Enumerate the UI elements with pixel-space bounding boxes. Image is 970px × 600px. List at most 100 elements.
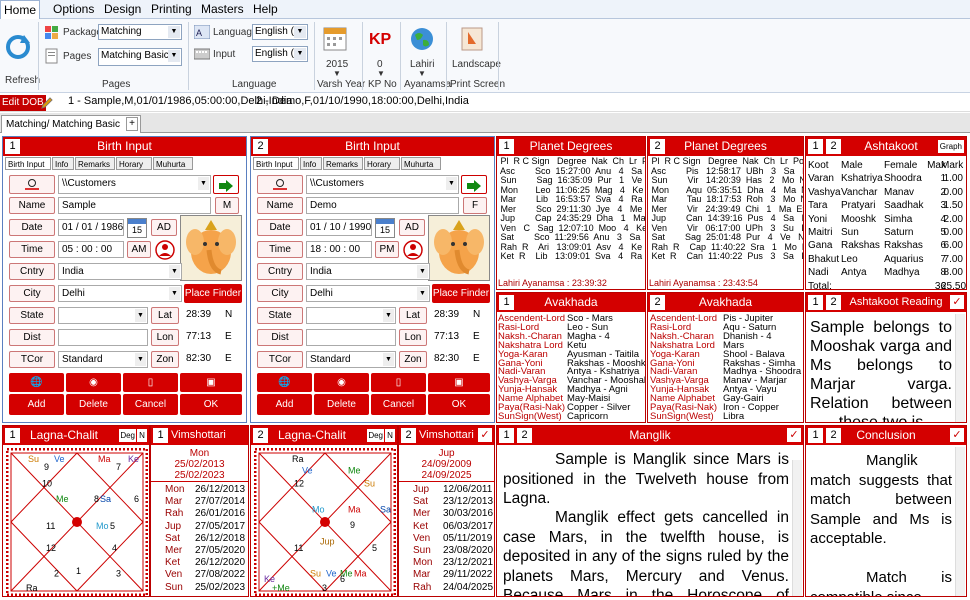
globe-icon[interactable] — [409, 26, 435, 52]
dasha-row[interactable]: Sun 23/08/2020 — [399, 545, 494, 557]
dasha-row[interactable]: Ven 05/11/2019 — [399, 533, 494, 545]
ampm-button[interactable]: PM — [375, 241, 399, 258]
dasha-row[interactable]: Jup 27/05/2017 — [151, 521, 248, 533]
place-finder-button[interactable]: Place Finder — [432, 284, 490, 303]
new-doc-button[interactable]: ▯ — [123, 373, 178, 392]
save-button[interactable]: ▣ — [428, 373, 490, 392]
lon-value[interactable]: 77:13 — [183, 329, 223, 346]
customers-folder-select[interactable]: \\Customers ▼ — [58, 175, 211, 194]
lon-value[interactable]: 77:13 — [431, 329, 471, 346]
tab-info[interactable]: Info — [300, 157, 322, 170]
dasha-row[interactable]: Mar 29/11/2022 — [399, 569, 494, 581]
refresh-icon[interactable] — [4, 33, 32, 61]
package-select[interactable]: Matching ▼ — [98, 24, 182, 40]
person-icon[interactable] — [403, 240, 423, 260]
cancel-button[interactable]: Cancel — [371, 394, 426, 415]
open-folder-button[interactable] — [213, 175, 239, 194]
checkbox-icon[interactable]: ✓ — [950, 295, 964, 309]
cancel-button[interactable]: Cancel — [123, 394, 178, 415]
tab-remarks[interactable]: Remarks — [75, 157, 115, 170]
dasha-row[interactable]: Mon 23/12/2021 — [399, 557, 494, 569]
dasha-row[interactable]: Mer 27/05/2020 — [151, 545, 248, 557]
conclusion-scrollbar[interactable] — [955, 447, 965, 596]
dasha-row[interactable]: Jup 12/06/2011 — [399, 484, 494, 496]
pages-select[interactable]: Matching Basic ▼ — [98, 48, 182, 66]
time-correction-select[interactable]: Standard ▼ — [306, 351, 396, 368]
ok-button[interactable]: OK — [428, 394, 490, 415]
tab-remarks[interactable]: Remarks — [323, 157, 363, 170]
dasha-row[interactable]: Mon 26/12/2013 — [151, 484, 248, 496]
record-button[interactable]: ◉ — [314, 373, 369, 392]
customers-folder-select[interactable]: \\Customers ▼ — [306, 175, 459, 194]
delete-button[interactable]: Delete — [314, 394, 369, 415]
globe-button[interactable]: 🌐 — [257, 373, 312, 392]
reading-scrollbar[interactable] — [955, 314, 965, 422]
dasha-row[interactable]: Ket 06/03/2017 — [399, 521, 494, 533]
country-select[interactable]: India ▼ — [306, 263, 430, 280]
ampm-button[interactable]: AM — [127, 241, 151, 258]
date-input[interactable]: 01 / 10 / 1990 — [306, 219, 372, 236]
calendar-icon[interactable] — [323, 25, 347, 51]
checkbox-icon[interactable]: ✓ — [478, 428, 492, 442]
add-button[interactable]: Add — [257, 394, 312, 415]
kp-icon[interactable]: KP — [368, 27, 392, 49]
lat-value[interactable]: 28:39 — [183, 307, 223, 324]
deg-button[interactable]: Deg — [119, 429, 136, 442]
city-select[interactable]: Delhi ▼ — [306, 285, 430, 302]
refresh-label[interactable]: Refresh — [5, 75, 40, 86]
pencil-icon[interactable] — [40, 96, 54, 110]
time-correction-select[interactable]: Standard ▼ — [58, 351, 148, 368]
tab-birth-input[interactable]: Birth Input — [5, 157, 51, 170]
district-input[interactable] — [58, 329, 148, 346]
open-folder-button[interactable] — [461, 175, 487, 194]
calendar-icon[interactable]: 15 — [127, 218, 147, 238]
new-doc-button[interactable]: ▯ — [371, 373, 426, 392]
add-button[interactable]: Add — [9, 394, 64, 415]
name-input[interactable]: Demo — [306, 197, 459, 214]
language-select[interactable]: English (E ▼ — [252, 24, 308, 40]
record-button[interactable]: ◉ — [66, 373, 121, 392]
zone-value[interactable]: 82:30 — [183, 351, 223, 368]
person-icon[interactable] — [155, 240, 175, 260]
date-input[interactable]: 01 / 01 / 1986 — [58, 219, 124, 236]
delete-button[interactable]: Delete — [66, 394, 121, 415]
print-screen-icon[interactable] — [460, 26, 484, 52]
menu-design[interactable]: Design — [104, 0, 141, 19]
manglik-scrollbar[interactable] — [792, 460, 802, 596]
checkbox-icon[interactable]: ✓ — [950, 428, 964, 442]
city-select[interactable]: Delhi ▼ — [58, 285, 182, 302]
dasha-row[interactable]: Ven 27/08/2022 — [151, 569, 248, 581]
tab-birth-input[interactable]: Birth Input — [253, 157, 299, 170]
state-select[interactable]: ▼ — [58, 307, 148, 324]
tab-muhurta[interactable]: Muhurta — [401, 157, 441, 170]
menu-printing[interactable]: Printing — [151, 0, 192, 19]
dasha-row[interactable]: Sat 23/12/2013 — [399, 496, 494, 508]
graph-button[interactable]: Graph — [937, 140, 964, 153]
state-select[interactable]: ▼ — [306, 307, 396, 324]
dasha-row[interactable]: Rah 26/01/2016 — [151, 508, 248, 520]
menu-help[interactable]: Help — [253, 0, 278, 19]
ok-button[interactable]: OK — [180, 394, 242, 415]
n-button[interactable]: N — [385, 429, 395, 442]
checkbox-icon[interactable]: ✓ — [787, 428, 801, 442]
tab-horary[interactable]: Horary — [116, 157, 152, 170]
tab-horary[interactable]: Horary — [364, 157, 400, 170]
dasha-row[interactable]: Ket 26/12/2020 — [151, 557, 248, 569]
zone-value[interactable]: 82:30 — [431, 351, 471, 368]
gender-button[interactable]: F — [463, 197, 487, 214]
time-input[interactable]: 18 : 00 : 00 — [306, 241, 372, 258]
district-input[interactable] — [306, 329, 396, 346]
name-input[interactable]: Sample — [58, 197, 211, 214]
dasha-row[interactable]: Sat 26/12/2018 — [151, 533, 248, 545]
tab-info[interactable]: Info — [52, 157, 74, 170]
search-person-button[interactable] — [257, 175, 303, 194]
lat-value[interactable]: 28:39 — [431, 307, 471, 324]
save-button[interactable]: ▣ — [180, 373, 242, 392]
menu-masters[interactable]: Masters — [201, 0, 244, 19]
input-select[interactable]: English (E ▼ — [252, 46, 308, 62]
edit-dob-button[interactable]: Edit DOB — [0, 95, 46, 111]
era-button[interactable]: AD — [399, 219, 425, 236]
calendar-icon[interactable]: 15 — [375, 218, 395, 238]
search-person-button[interactable] — [9, 175, 55, 194]
add-tab-button[interactable]: + — [126, 117, 138, 131]
